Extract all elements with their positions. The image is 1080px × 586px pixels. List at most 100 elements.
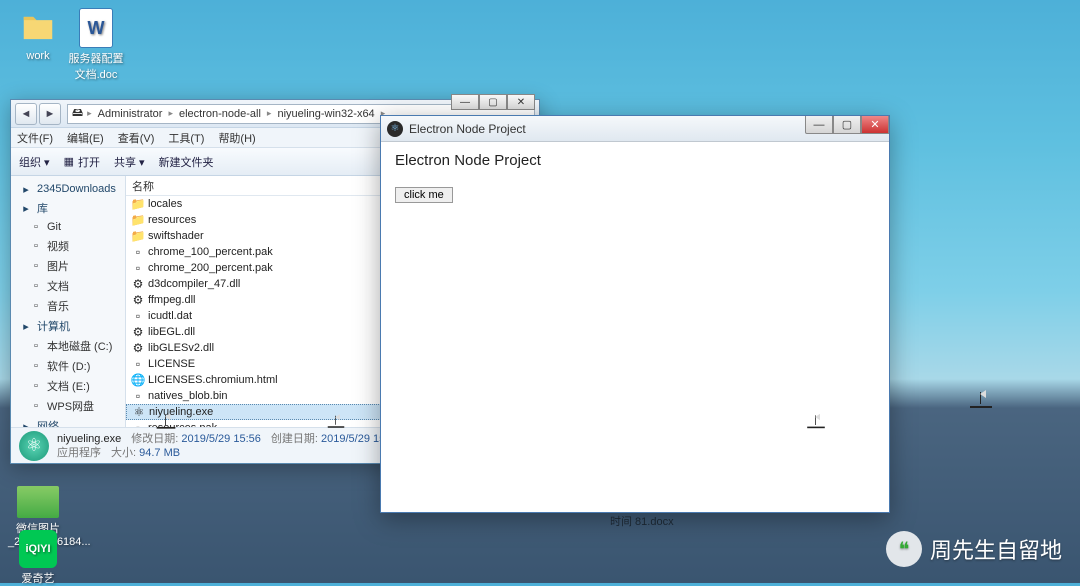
watermark: ❝ 周先生自留地 bbox=[886, 531, 1062, 567]
nav-buttons: ◄ ► bbox=[15, 103, 61, 125]
nav-back-button[interactable]: ◄ bbox=[15, 103, 37, 125]
file-type-icon: 📁 bbox=[130, 229, 146, 243]
sidebar-group[interactable]: ▸ 网络 bbox=[11, 416, 125, 427]
breadcrumb-item[interactable]: electron-node-all bbox=[177, 108, 263, 120]
group-icon: ▸ bbox=[19, 182, 33, 196]
sidebar-item-label: 音乐 bbox=[47, 298, 69, 314]
group-icon: ▸ bbox=[19, 419, 33, 427]
window-controls: — ▢ ✕ bbox=[451, 94, 535, 110]
sidebar-item[interactable]: ▫ 图片 bbox=[11, 256, 125, 276]
sidebar-item[interactable]: ▫本地磁盘 (C:) bbox=[11, 336, 125, 356]
toolbar-newfolder[interactable]: 新建文件夹 bbox=[159, 154, 214, 170]
app-close-button[interactable]: ✕ bbox=[861, 116, 889, 134]
word-doc-icon: W bbox=[79, 8, 113, 48]
wechat-icon: ❝ bbox=[886, 531, 922, 567]
sidebar-group[interactable]: ▸库 bbox=[11, 198, 125, 218]
sidebar-item-label: 文档 (E:) bbox=[47, 378, 90, 394]
sidebar-item-label: 图片 bbox=[47, 258, 69, 274]
app-titlebar: ⚛ Electron Node Project — ▢ ✕ bbox=[381, 116, 889, 142]
toolbar-share[interactable]: 共享 ▾ bbox=[114, 154, 145, 170]
menu-file[interactable]: 文件(F) bbox=[17, 130, 53, 146]
menu-tools[interactable]: 工具(T) bbox=[168, 130, 204, 146]
sidebar-item[interactable]: ▫ 音乐 bbox=[11, 296, 125, 316]
file-type-icon: ⚙ bbox=[130, 277, 146, 291]
sidebar-item[interactable]: ▫ 文档 bbox=[11, 276, 125, 296]
desktop-icon-work[interactable]: work bbox=[8, 8, 68, 62]
file-type-icon: ▫ bbox=[130, 309, 146, 323]
folder-icon bbox=[18, 8, 58, 48]
sidebar-item[interactable]: ▫ 视频 bbox=[11, 236, 125, 256]
file-type-icon: ▫ bbox=[130, 389, 146, 403]
file-type-icon: ⚙ bbox=[130, 341, 146, 355]
iqiyi-icon: iQIYI bbox=[19, 530, 57, 568]
app-heading: Electron Node Project bbox=[395, 152, 875, 169]
decorative-boat bbox=[807, 414, 825, 428]
file-type-icon: 🌐 bbox=[130, 373, 146, 387]
item-icon: ▫ bbox=[29, 359, 43, 373]
sidebar-item[interactable]: ▫软件 (D:) bbox=[11, 356, 125, 376]
file-type-icon: ⚙ bbox=[130, 325, 146, 339]
sidebar-item-label: 视频 bbox=[47, 238, 69, 254]
close-button[interactable]: ✕ bbox=[507, 94, 535, 110]
file-type-icon: ⚛ bbox=[131, 405, 147, 419]
menu-view[interactable]: 查看(V) bbox=[118, 130, 155, 146]
item-icon: ▫ bbox=[29, 299, 43, 313]
maximize-button[interactable]: ▢ bbox=[479, 94, 507, 110]
toolbar-open[interactable]: ▦ 打开 bbox=[64, 154, 100, 170]
status-size: 94.7 MB bbox=[139, 447, 180, 459]
desktop-clock-label: 时间 81.docx bbox=[610, 513, 674, 529]
decorative-boat bbox=[328, 414, 345, 428]
toolbar-organize[interactable]: 组织 ▾ bbox=[19, 154, 50, 170]
breadcrumb-item[interactable]: Administrator bbox=[96, 108, 165, 120]
file-type-icon: ▫ bbox=[130, 245, 146, 259]
item-icon: ▫ bbox=[29, 239, 43, 253]
item-icon: ▫ bbox=[29, 279, 43, 293]
nav-fwd-button[interactable]: ► bbox=[39, 103, 61, 125]
group-icon: ▸ bbox=[19, 201, 33, 215]
item-icon: ▫ bbox=[29, 220, 43, 234]
decorative-boat bbox=[970, 390, 992, 408]
breadcrumb-item[interactable]: niyueling-win32-x64 bbox=[275, 108, 376, 120]
desktop-icon-label: work bbox=[8, 50, 68, 62]
group-icon: ▸ bbox=[19, 319, 33, 333]
status-type: 应用程序 bbox=[57, 446, 101, 460]
sidebar-item[interactable]: ▫ WPS网盘 bbox=[11, 396, 125, 416]
file-type-icon: 📁 bbox=[130, 213, 146, 227]
item-icon: ▫ bbox=[29, 339, 43, 353]
item-icon: ▫ bbox=[29, 399, 43, 413]
menu-edit[interactable]: 编辑(E) bbox=[67, 130, 104, 146]
desktop-icon-label: 爱奇艺 bbox=[8, 570, 68, 586]
sidebar-item-label: Git bbox=[47, 221, 61, 233]
desktop-icon-doc[interactable]: W 服务器配置文档.doc bbox=[66, 8, 126, 82]
decorative-boat bbox=[157, 413, 176, 428]
sidebar-item-label: WPS网盘 bbox=[47, 398, 94, 414]
sidebar: ▸2345Downloads▸库 ▫ Git ▫ 视频 ▫ 图片 ▫ 文档 ▫ 音乐 ▸ 计算机 ▫本地磁… bbox=[11, 176, 126, 427]
sidebar-group[interactable]: ▸ 计算机 bbox=[11, 316, 125, 336]
file-type-icon: 📁 bbox=[130, 197, 146, 211]
desktop-icon-iqiyi[interactable]: iQIYI 爱奇艺 bbox=[8, 530, 68, 586]
click-me-button[interactable]: click me bbox=[395, 187, 453, 203]
menu-help[interactable]: 帮助(H) bbox=[218, 130, 255, 146]
sidebar-item[interactable]: ▫文档 (E:) bbox=[11, 376, 125, 396]
electron-app-window: ⚛ Electron Node Project — ▢ ✕ Electron N… bbox=[380, 115, 890, 513]
app-icon: ⚛ bbox=[387, 121, 403, 137]
status-modified: 2019/5/29 15:56 bbox=[181, 433, 261, 445]
watermark-text: 周先生自留地 bbox=[930, 533, 1062, 565]
sidebar-group-label: 计算机 bbox=[37, 318, 70, 334]
app-body: Electron Node Project click me bbox=[381, 142, 889, 512]
item-icon: ▫ bbox=[29, 259, 43, 273]
drive-icon: 🖴 bbox=[72, 104, 83, 123]
app-minimize-button[interactable]: — bbox=[805, 116, 833, 134]
app-title: Electron Node Project bbox=[409, 122, 526, 136]
sidebar-item[interactable]: ▫ Git bbox=[11, 218, 125, 236]
file-type-icon: ▫ bbox=[130, 261, 146, 275]
app-maximize-button[interactable]: ▢ bbox=[833, 116, 861, 134]
desktop-icon-label: 服务器配置文档.doc bbox=[66, 50, 126, 82]
minimize-button[interactable]: — bbox=[451, 94, 479, 110]
sidebar-group-label: 网络 bbox=[37, 418, 59, 427]
status-name: niyueling.exe bbox=[57, 433, 121, 445]
file-type-icon: ⚙ bbox=[130, 293, 146, 307]
sidebar-group[interactable]: ▸2345Downloads bbox=[11, 180, 125, 198]
electron-icon: ⚛ bbox=[19, 431, 49, 461]
sidebar-item-label: 文档 bbox=[47, 278, 69, 294]
